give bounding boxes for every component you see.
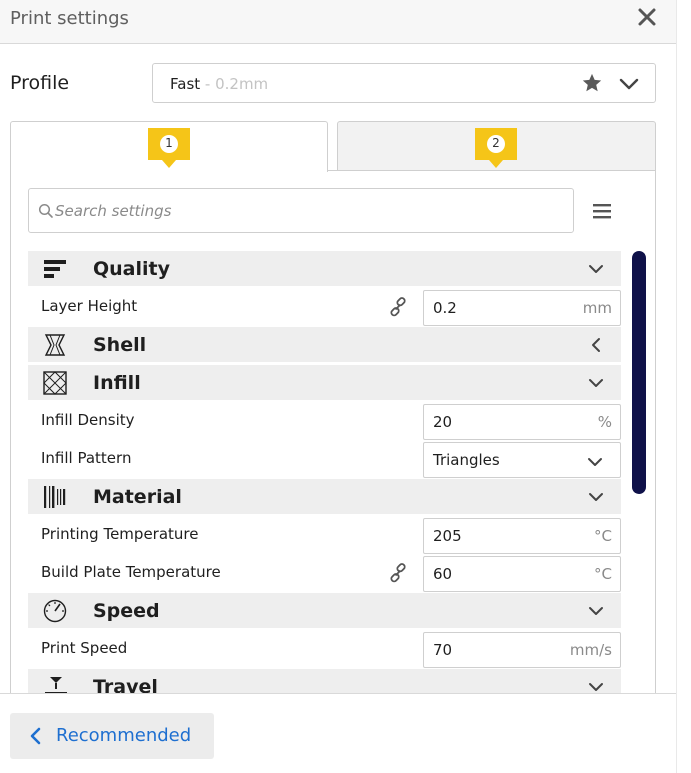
- material-icon: [44, 486, 66, 508]
- category-label: Travel: [93, 676, 158, 694]
- settings-list: Quality Layer Height 0.2 mm Shell Infill…: [28, 251, 621, 694]
- tab-divider: [328, 170, 656, 171]
- extruder-tab-2[interactable]: 2: [337, 121, 656, 171]
- extruder-badge-number: 1: [165, 136, 173, 150]
- setting-label: Printing Temperature: [41, 525, 199, 543]
- field-unit: %: [597, 413, 612, 431]
- setting-label: Print Speed: [41, 639, 128, 657]
- speed-icon: [43, 599, 67, 623]
- build-plate-temperature-input[interactable]: 60 °C: [423, 556, 621, 592]
- extruder-badge-1: 1: [148, 128, 190, 170]
- category-material[interactable]: Material: [28, 479, 621, 514]
- field-value: 20: [433, 413, 453, 431]
- search-icon: [38, 203, 53, 218]
- chevron-down-icon[interactable]: [618, 74, 640, 94]
- chevron-down-icon: [588, 458, 602, 466]
- field-unit: °C: [594, 527, 612, 545]
- category-quality[interactable]: Quality: [28, 251, 621, 286]
- setting-label: Layer Height: [41, 297, 138, 315]
- extruder-badge-number: 2: [492, 136, 500, 150]
- infill-pattern-dropdown[interactable]: Triangles: [423, 442, 621, 478]
- field-value: 0.2: [433, 299, 457, 317]
- layer-height-input[interactable]: 0.2 mm: [423, 290, 621, 326]
- field-unit: mm/s: [569, 641, 612, 659]
- setting-infill-pattern: Infill Pattern Triangles: [28, 439, 621, 478]
- recommended-label: Recommended: [56, 725, 192, 746]
- chevron-left-icon: [592, 338, 600, 352]
- category-shell[interactable]: Shell: [28, 327, 621, 362]
- category-label: Material: [93, 486, 182, 508]
- setting-infill-density: Infill Density 20 %: [28, 401, 621, 440]
- setting-label: Build Plate Temperature: [41, 563, 221, 581]
- category-label: Speed: [93, 600, 160, 622]
- search-box[interactable]: [28, 188, 574, 233]
- chevron-down-icon: [589, 683, 603, 691]
- category-label: Shell: [93, 334, 147, 356]
- window-scrollbar-track[interactable]: [676, 0, 691, 773]
- settings-menu-icon[interactable]: [590, 199, 614, 223]
- field-unit: °C: [594, 565, 612, 583]
- print-speed-input[interactable]: 70 mm/s: [423, 632, 621, 668]
- panel-header: Print settings: [0, 0, 676, 44]
- recommended-button[interactable]: Recommended: [10, 713, 214, 759]
- category-travel[interactable]: Travel: [28, 669, 621, 694]
- star-icon[interactable]: [581, 72, 603, 94]
- field-unit: mm: [582, 299, 612, 317]
- profile-label: Profile: [10, 72, 70, 94]
- shell-icon: [44, 334, 66, 356]
- field-value: 205: [433, 527, 462, 545]
- setting-printing-temperature: Printing Temperature 205 °C: [28, 515, 621, 554]
- search-input[interactable]: [55, 201, 555, 221]
- field-value: Triangles: [433, 451, 500, 469]
- field-value: 60: [433, 565, 453, 583]
- setting-label: Infill Density: [41, 411, 135, 429]
- settings-scrollbar[interactable]: [632, 251, 646, 494]
- setting-layer-height: Layer Height 0.2 mm: [28, 287, 621, 326]
- category-speed[interactable]: Speed: [28, 593, 621, 628]
- setting-build-plate-temperature: Build Plate Temperature 60 °C: [28, 553, 621, 592]
- extruder-badge-2: 2: [475, 128, 517, 170]
- panel-footer: Recommended: [0, 693, 676, 773]
- field-value: 70: [433, 641, 453, 659]
- setting-label: Infill Pattern: [41, 449, 132, 467]
- chevron-down-icon: [589, 265, 603, 273]
- close-icon[interactable]: [636, 6, 658, 28]
- travel-icon: [45, 677, 67, 694]
- profile-layer-height: - 0.2mm: [200, 75, 269, 93]
- extruder-tab-1[interactable]: 1: [10, 121, 328, 172]
- quality-icon: [44, 260, 66, 278]
- print-settings-panel: Print settings Profile Fast - 0.2mm 1 2 …: [0, 0, 676, 773]
- category-label: Infill: [93, 372, 141, 394]
- panel-title: Print settings: [10, 8, 129, 29]
- printing-temperature-input[interactable]: 205 °C: [423, 518, 621, 554]
- chevron-down-icon: [589, 607, 603, 615]
- category-infill[interactable]: Infill: [28, 365, 621, 400]
- category-label: Quality: [93, 258, 170, 280]
- chevron-left-icon: [30, 727, 41, 745]
- chevron-down-icon: [589, 493, 603, 501]
- chevron-down-icon: [589, 379, 603, 387]
- link-icon[interactable]: [388, 297, 408, 317]
- setting-print-speed: Print Speed 70 mm/s: [28, 629, 621, 668]
- infill-icon: [43, 371, 67, 395]
- link-icon[interactable]: [388, 563, 408, 583]
- profile-dropdown[interactable]: Fast - 0.2mm: [152, 63, 656, 103]
- infill-density-input[interactable]: 20 %: [423, 404, 621, 440]
- profile-name: Fast - 0.2mm: [170, 75, 269, 93]
